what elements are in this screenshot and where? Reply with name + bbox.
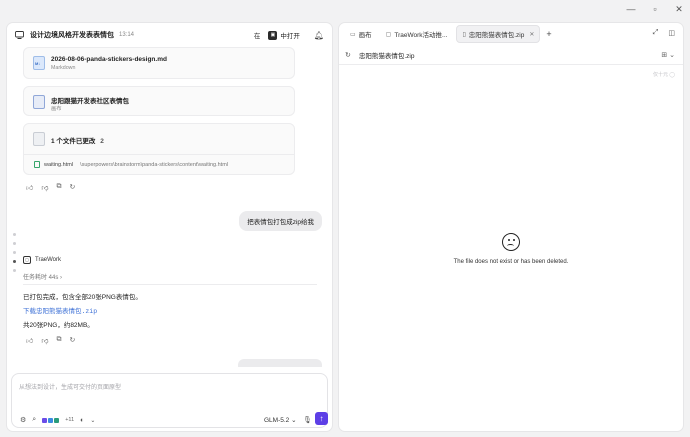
thumbs-up-icon[interactable]: 👍︎ bbox=[26, 183, 33, 192]
retry-icon[interactable]: ↻ bbox=[69, 183, 75, 192]
prompt-placeholder: 从想法到设计，生成可交付的页面原型 bbox=[19, 385, 122, 391]
grid-view-icon[interactable]: ⊞ ⌄ bbox=[661, 51, 675, 59]
changed-files-card: 1 个文件已更改 2 waiting.html \superpowers\bra… bbox=[23, 123, 295, 175]
changed-file-name: waiting.html bbox=[44, 161, 74, 168]
preview-tabs: ▭ 画布 ▢ TraeWork活动推... ▯ 忠阳熊猫表情包.zip ✕ + … bbox=[339, 23, 683, 45]
agent-name: TraeWork bbox=[35, 257, 62, 263]
chevron-down-icon: ⌄ bbox=[291, 417, 297, 424]
timeline-dot[interactable] bbox=[13, 251, 16, 254]
file-card-title: 2026-08-06-panda-stickers-design.md bbox=[51, 56, 167, 63]
monitor-icon bbox=[15, 31, 24, 39]
retry-icon[interactable]: ↻ bbox=[69, 336, 75, 345]
tab-zip[interactable]: ▯ 忠阳熊猫表情包.zip ✕ bbox=[456, 25, 541, 43]
toggle-icon[interactable]: ◐ bbox=[80, 417, 84, 424]
message-actions: 👍︎ 👎︎ ⧉ ↻ bbox=[26, 336, 75, 345]
sad-face-icon bbox=[502, 233, 520, 251]
pane-controls: ⤢ ◫ bbox=[653, 29, 675, 37]
chat-pane: 设计边境风格开发表表情包 13:14 在 ▣ 中打开 🔔︎ 2026-08-06… bbox=[6, 22, 333, 432]
skills-count: +11 bbox=[65, 417, 75, 423]
changed-files-count: 2 bbox=[100, 138, 104, 145]
file-card-markdown[interactable]: 2026-08-06-panda-stickers-design.md Mark… bbox=[23, 47, 295, 79]
mic-icon[interactable]: 🎙︎ bbox=[303, 416, 312, 424]
timeline-dot[interactable] bbox=[13, 269, 16, 272]
refresh-icon[interactable]: ↻ bbox=[345, 51, 351, 59]
send-button[interactable]: ↑ bbox=[315, 412, 328, 425]
thumbs-down-icon[interactable]: 👎︎ bbox=[41, 183, 48, 192]
tab-label: TraeWork活动推... bbox=[394, 32, 448, 39]
file-icon: ▯ bbox=[462, 31, 466, 38]
file-icon bbox=[33, 132, 45, 146]
canvas-icon: ▭ bbox=[350, 31, 356, 38]
minimize-icon[interactable]: — bbox=[626, 4, 636, 14]
open-in-button[interactable]: ▣ 中打开 bbox=[268, 30, 300, 40]
new-tab-icon[interactable]: + bbox=[546, 29, 551, 39]
traework-logo-icon: ▢ bbox=[23, 256, 31, 264]
divider bbox=[24, 154, 294, 155]
timeline-dot-active[interactable] bbox=[13, 260, 16, 263]
chat-title: 设计边境风格开发表表情包 bbox=[30, 32, 114, 39]
window-controls: — ▫ ✕ bbox=[626, 4, 684, 14]
reply-line: 共20张PNG，约82MB。 bbox=[23, 322, 94, 329]
model-name: GLM-5.2 bbox=[264, 417, 290, 424]
maximize-icon[interactable]: ▫ bbox=[650, 4, 660, 14]
open-in-button-label: 中打开 bbox=[280, 33, 300, 40]
chat-time: 13:14 bbox=[119, 32, 135, 38]
message-actions: 👍︎ 👎︎ ⧉ ↻ bbox=[26, 183, 75, 192]
chevron-right-icon: › bbox=[60, 275, 63, 281]
thumbs-down-icon[interactable]: 👎︎ bbox=[41, 336, 48, 345]
tab-label: 画布 bbox=[358, 32, 372, 39]
chat-header: 设计边境风格开发表表情包 13:14 在 ▣ 中打开 🔔︎ bbox=[7, 23, 332, 47]
copy-icon[interactable]: ⧉ bbox=[56, 183, 61, 192]
changed-files-title: 1 个文件已更改 2 bbox=[51, 135, 104, 145]
attach-icon[interactable]: ⌕ bbox=[32, 416, 36, 424]
changed-file-row[interactable]: waiting.html \superpowers\brainstorm\pan… bbox=[34, 161, 228, 168]
skills-badge[interactable] bbox=[42, 417, 60, 423]
error-message: The file does not exist or has been dele… bbox=[453, 259, 569, 265]
user-message-bubble-partial bbox=[238, 359, 322, 367]
reply-line: 已打包完成，包含全部20张PNG表情包。 bbox=[23, 294, 142, 301]
chevron-down-icon[interactable]: ⌄ bbox=[90, 417, 95, 424]
input-toolbar: ⚙ ⌕ +11 ◐ ⌄ bbox=[20, 416, 95, 424]
prompt-input[interactable]: 从想法到设计，生成可交付的页面原型 ⚙ ⌕ +11 ◐ ⌄ GLM-5.2 ⌄ … bbox=[11, 373, 328, 428]
changed-files-title-text: 1 个文件已更改 bbox=[51, 138, 96, 145]
close-icon[interactable]: ✕ bbox=[674, 4, 684, 14]
model-selector[interactable]: GLM-5.2 ⌄ bbox=[264, 416, 297, 424]
agent-label: ▢ TraeWork bbox=[23, 256, 61, 264]
timeline-dot[interactable] bbox=[13, 233, 16, 236]
file-card-subtitle: Markdown bbox=[51, 65, 76, 71]
preview-pane: ▭ 画布 ▢ TraeWork活动推... ▯ 忠阳熊猫表情包.zip ✕ + … bbox=[338, 22, 684, 432]
download-link[interactable]: 下载忠阳熊猫表情包.zip bbox=[23, 305, 97, 315]
tab-label: 忠阳熊猫表情包.zip bbox=[468, 32, 525, 39]
html-file-icon bbox=[34, 161, 40, 168]
markdown-file-icon bbox=[33, 56, 45, 70]
file-card-title: 忠阳跟猫开发表社区表情包 bbox=[51, 98, 129, 105]
divider bbox=[23, 284, 317, 285]
thumbs-up-icon[interactable]: 👍︎ bbox=[26, 336, 33, 345]
app-logo-icon: ▣ bbox=[268, 30, 278, 40]
expand-icon[interactable]: ⤢ bbox=[653, 29, 659, 37]
faint-label: 仅十元 ◯ bbox=[653, 72, 675, 78]
timeline-nav bbox=[13, 233, 16, 272]
task-duration-text: 任务耗时 44s bbox=[23, 275, 59, 281]
open-in-label: 在 bbox=[253, 33, 261, 40]
canvas-file-icon bbox=[33, 95, 45, 109]
traework-icon: ▢ bbox=[385, 31, 392, 38]
file-card-subtitle: 画布 bbox=[51, 106, 62, 112]
task-duration[interactable]: 任务耗时 44s › bbox=[23, 272, 62, 281]
settings-icon[interactable]: ⚙ bbox=[20, 416, 26, 424]
changed-file-path: \superpowers\brainstorm\panda-stickers\c… bbox=[80, 161, 229, 168]
user-message-bubble: 把表情包打包成zip给我 bbox=[239, 211, 322, 231]
tab-canvas[interactable]: ▭ 画布 bbox=[345, 26, 377, 42]
bell-icon[interactable]: 🔔︎ bbox=[314, 31, 324, 40]
close-tab-icon[interactable]: ✕ bbox=[529, 31, 534, 38]
file-card-canvas[interactable]: 忠阳跟猫开发表社区表情包 画布 bbox=[23, 86, 295, 116]
copy-icon[interactable]: ⧉ bbox=[56, 336, 61, 345]
address-bar: ↻ 忠阳熊猫表情包.zip ⊞ ⌄ bbox=[339, 45, 683, 65]
timeline-dot[interactable] bbox=[13, 242, 16, 245]
sidebar-toggle-icon[interactable]: ◫ bbox=[668, 29, 675, 37]
tab-traework[interactable]: ▢ TraeWork活动推... bbox=[381, 26, 453, 42]
address-file: 忠阳熊猫表情包.zip bbox=[358, 52, 415, 60]
